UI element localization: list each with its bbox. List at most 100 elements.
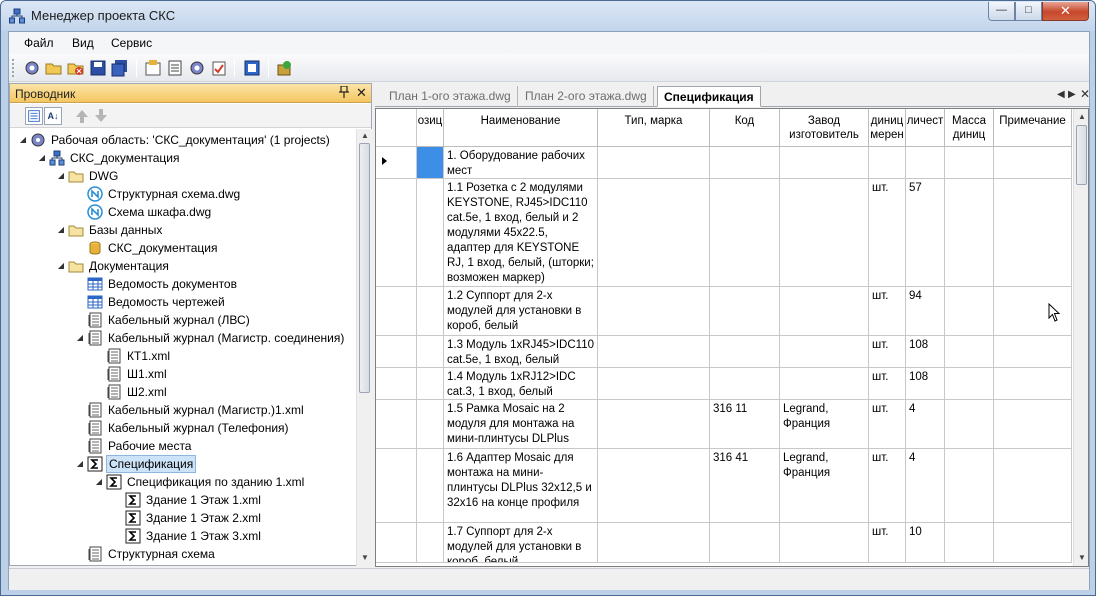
- tree-node[interactable]: Рабочие места: [10, 437, 355, 455]
- tree-node[interactable]: КТ1.xml: [10, 347, 355, 365]
- grid-cell[interactable]: [994, 336, 1072, 368]
- menu-view[interactable]: Вид: [72, 36, 94, 50]
- tree-node[interactable]: Ведомость документов: [10, 275, 355, 293]
- grid-cell[interactable]: [417, 147, 444, 179]
- grid-cell[interactable]: шт.: [869, 336, 906, 368]
- close-project-icon[interactable]: [67, 59, 85, 77]
- explorer-scroll-thumb[interactable]: [359, 143, 370, 393]
- grid-cell[interactable]: 316 41: [710, 449, 780, 523]
- tree-node[interactable]: ◢ СКС_документация: [10, 149, 355, 167]
- grid-cell[interactable]: [945, 179, 994, 287]
- toolbar-grip[interactable]: [12, 59, 15, 77]
- pin-icon[interactable]: [339, 85, 351, 100]
- expand-arrow-icon[interactable]: ◢: [56, 167, 66, 185]
- grid-cell[interactable]: шт.: [869, 368, 906, 400]
- grid-column-header[interactable]: Код: [710, 109, 780, 147]
- move-down-icon[interactable]: [92, 107, 110, 125]
- grid-column-header[interactable]: Масса диниц: [945, 109, 994, 147]
- grid-cell[interactable]: [780, 287, 869, 336]
- grid-cell[interactable]: [994, 147, 1072, 179]
- grid-row-header[interactable]: [376, 179, 417, 287]
- tree-node[interactable]: Здание 1 Этаж 2.xml: [10, 509, 355, 527]
- close-window-button[interactable]: ✕: [1042, 2, 1089, 21]
- grid-cell[interactable]: [417, 368, 444, 400]
- grid-cell[interactable]: [598, 449, 710, 523]
- expand-arrow-icon[interactable]: ◢: [37, 149, 47, 167]
- grid-cell[interactable]: [994, 368, 1072, 400]
- grid-cell[interactable]: [945, 449, 994, 523]
- tree-node[interactable]: ◢ Базы данных: [10, 221, 355, 239]
- grid-cell[interactable]: [945, 400, 994, 449]
- properties-icon[interactable]: [144, 59, 162, 77]
- tab-plan-floor-1[interactable]: План 1-ого этажа.dwg: [383, 86, 518, 107]
- grid-cell[interactable]: [710, 336, 780, 368]
- grid-cell[interactable]: 4: [906, 400, 945, 449]
- explorer-close-button[interactable]: ✕: [356, 85, 368, 100]
- grid-cell[interactable]: [906, 147, 945, 179]
- tree-node[interactable]: Здание 1 Этаж 1.xml: [10, 491, 355, 509]
- scroll-up-arrow-icon[interactable]: ▲: [360, 131, 370, 141]
- grid-cell[interactable]: Legrand, Франция: [780, 400, 869, 449]
- tree-node[interactable]: ◢ Документация: [10, 257, 355, 275]
- grid-cell[interactable]: [598, 287, 710, 336]
- grid-cell[interactable]: [417, 179, 444, 287]
- tree-node[interactable]: Ведомость чертежей: [10, 293, 355, 311]
- grid-scroll-up-icon[interactable]: ▲: [1077, 112, 1087, 122]
- grid-scrollbar[interactable]: ▲ ▼: [1073, 109, 1088, 566]
- menu-service[interactable]: Сервис: [111, 36, 152, 50]
- tree-node[interactable]: Кабельный журнал (Телефония): [10, 419, 355, 437]
- grid-cell[interactable]: Legrand, Франция: [780, 449, 869, 523]
- grid-cell[interactable]: [780, 368, 869, 400]
- grid-cell[interactable]: [710, 147, 780, 179]
- open-folder-icon[interactable]: [45, 59, 63, 77]
- tree-node[interactable]: СКС_документация: [10, 239, 355, 257]
- grid-cell[interactable]: 108: [906, 336, 945, 368]
- tree-node[interactable]: Структурная схема: [10, 545, 355, 563]
- grid-cell[interactable]: [417, 400, 444, 449]
- tree-node[interactable]: ◢ Рабочая область: 'СКС_документация' (1 …: [10, 131, 355, 149]
- categorized-view-icon[interactable]: [25, 107, 43, 125]
- save-all-icon[interactable]: [111, 59, 129, 77]
- grid-scroll-thumb[interactable]: [1076, 125, 1087, 185]
- grid-row-header[interactable]: [376, 287, 417, 336]
- grid-cell[interactable]: [710, 179, 780, 287]
- menu-file[interactable]: Файл: [24, 36, 54, 50]
- grid-cell[interactable]: [780, 179, 869, 287]
- grid-cell[interactable]: [994, 523, 1072, 563]
- grid-cell[interactable]: [945, 523, 994, 563]
- settings-gear-icon[interactable]: [188, 59, 206, 77]
- grid-cell[interactable]: шт.: [869, 179, 906, 287]
- grid-column-header[interactable]: озиц: [417, 109, 444, 147]
- tree-node[interactable]: Кабельный журнал (Магистр.)1.xml: [10, 401, 355, 419]
- grid-column-header[interactable]: Наименование: [444, 109, 598, 147]
- grid-cell[interactable]: 108: [906, 368, 945, 400]
- grid-cell[interactable]: 1.6 Адаптер Mosaic для монтажа на мини-п…: [444, 449, 598, 523]
- expand-arrow-icon[interactable]: ◢: [94, 473, 104, 491]
- grid-cell[interactable]: шт.: [869, 449, 906, 523]
- grid-cell[interactable]: шт.: [869, 400, 906, 449]
- grid-cell[interactable]: [869, 147, 906, 179]
- grid-cell[interactable]: [994, 179, 1072, 287]
- grid-cell[interactable]: 1.4 Модуль 1xRJ12>IDC cat.3, 1 вход, бел…: [444, 368, 598, 400]
- grid-cell[interactable]: [417, 449, 444, 523]
- grid-cell[interactable]: [417, 336, 444, 368]
- layout-icon[interactable]: [243, 59, 261, 77]
- tree-node[interactable]: Ш1.xml: [10, 365, 355, 383]
- minimize-button[interactable]: —: [988, 2, 1015, 21]
- grid-cell[interactable]: [598, 368, 710, 400]
- save-icon[interactable]: [89, 59, 107, 77]
- tab-close-icon[interactable]: ✕: [1080, 87, 1090, 101]
- grid-cell[interactable]: [598, 523, 710, 563]
- grid-cell[interactable]: [780, 523, 869, 563]
- grid-cell[interactable]: [780, 147, 869, 179]
- tree-node[interactable]: ◢ Спецификация по зданию 1.xml: [10, 473, 355, 491]
- tree-node[interactable]: Схема шкафа.dwg: [10, 203, 355, 221]
- maximize-button[interactable]: □: [1015, 2, 1042, 21]
- expand-arrow-icon[interactable]: ◢: [56, 221, 66, 239]
- expand-arrow-icon[interactable]: ◢: [56, 257, 66, 275]
- grid-cell[interactable]: 1.1 Розетка с 2 модулями KEYSTONE, RJ45>…: [444, 179, 598, 287]
- grid-cell[interactable]: шт.: [869, 287, 906, 336]
- tab-next-icon[interactable]: ▶: [1068, 89, 1076, 100]
- grid-cell[interactable]: [598, 179, 710, 287]
- explorer-scrollbar[interactable]: ▲ ▼: [356, 129, 372, 566]
